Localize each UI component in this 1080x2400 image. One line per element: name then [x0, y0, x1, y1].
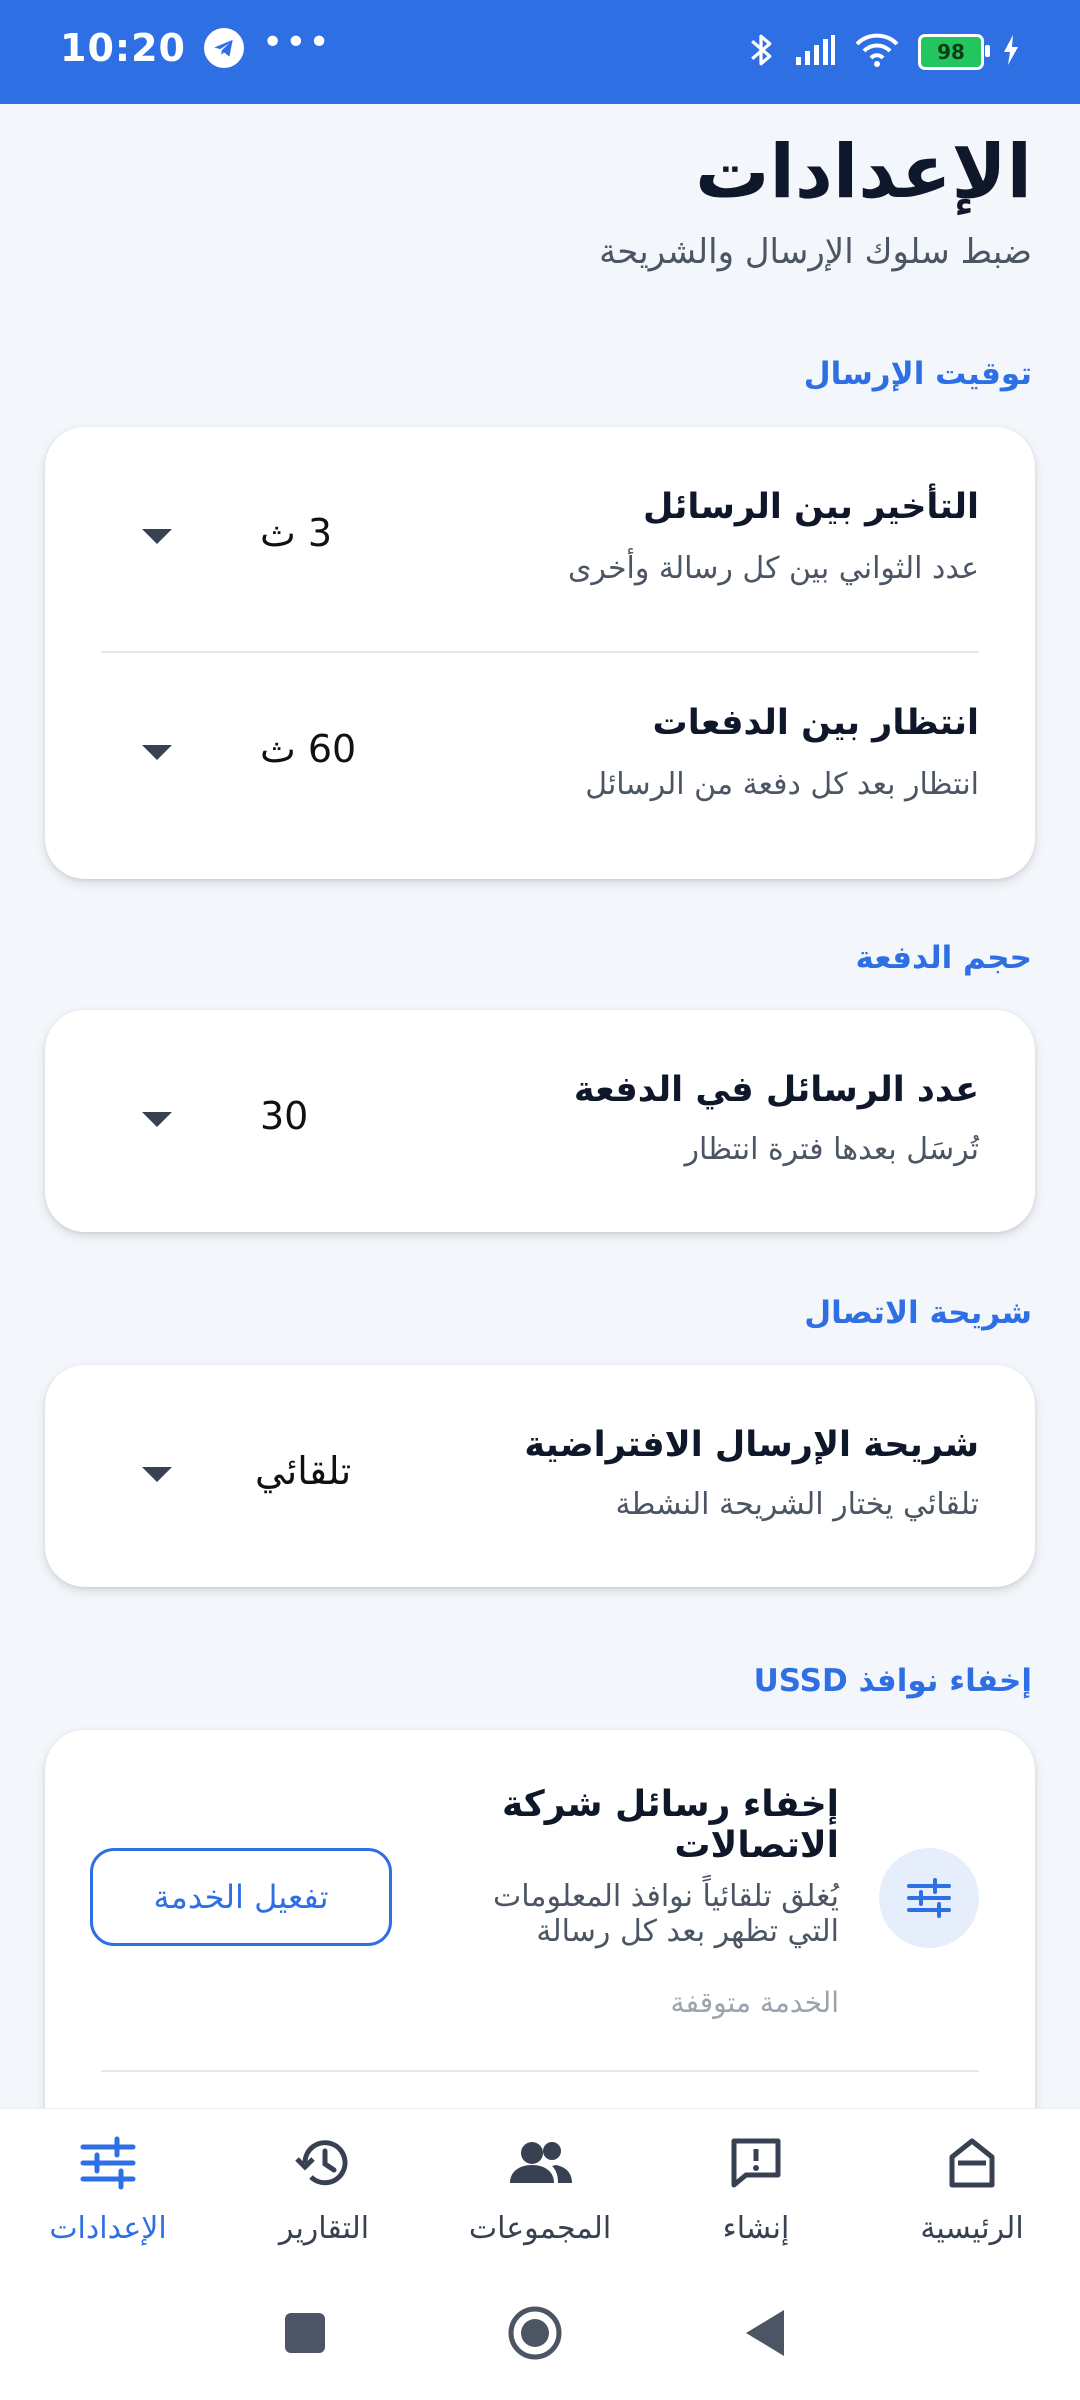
default-sim-row[interactable]: شريحة الإرسال الافتراضية تلقائي يختار ال… — [45, 1365, 1035, 1587]
nav-item-compose[interactable]: إنشاء — [648, 2109, 864, 2269]
signal-icon — [794, 33, 836, 71]
service-status: الخدمة متوقفة — [670, 1986, 839, 2019]
recents-button[interactable] — [284, 2312, 326, 2358]
dropdown-arrow-icon[interactable] — [142, 1467, 172, 1482]
nav-label: إنشاء — [722, 2211, 790, 2246]
row-description: تلقائي يختار الشريحة النشطة — [615, 1487, 979, 1522]
batch-wait-value[interactable]: 60 ث — [260, 727, 356, 771]
charging-icon — [1002, 34, 1020, 70]
dropdown-arrow-icon[interactable] — [142, 529, 172, 544]
bluetooth-icon — [746, 30, 776, 74]
row-title: شريحة الإرسال الافتراضية — [524, 1425, 979, 1465]
home-button[interactable] — [506, 2304, 564, 2366]
home-icon — [942, 2133, 1002, 2197]
page-subtitle: ضبط سلوك الإرسال والشريحة — [599, 232, 1032, 272]
dropdown-arrow-icon[interactable] — [142, 745, 172, 760]
nav-item-home[interactable]: الرئيسية — [864, 2109, 1080, 2269]
batch-size-row[interactable]: عدد الرسائل في الدفعة تُرسَل بعدها فترة … — [45, 1010, 1035, 1232]
row-title: التأخير بين الرسائل — [642, 487, 979, 527]
telegram-icon — [203, 28, 244, 68]
nav-label: الرئيسية — [920, 2211, 1024, 2246]
ussd-title: إخفاء رسائل شركة الاتصالات — [501, 1784, 839, 1867]
status-time: 10:20 — [60, 26, 186, 70]
ussd-description: يُغلق تلقائياً نوافذ المعلومات التي تظهر… — [493, 1879, 839, 1949]
timing-card: التأخير بين الرسائل عدد الثواني بين كل ر… — [45, 427, 1035, 879]
nav-label: التقارير — [278, 2211, 370, 2246]
nav-item-settings[interactable]: الإعدادات — [0, 2109, 216, 2269]
history-icon — [293, 2133, 355, 2197]
page-title: الإعدادات — [695, 129, 1032, 215]
groups-icon — [504, 2133, 576, 2197]
ussd-card: إخفاء رسائل شركة الاتصالات يُغلق تلقائيا… — [45, 1730, 1035, 2140]
sim-card: شريحة الإرسال الافتراضية تلقائي يختار ال… — [45, 1365, 1035, 1587]
divider — [101, 2070, 979, 2072]
nav-label: الإعدادات — [49, 2211, 167, 2246]
wifi-icon — [854, 32, 900, 72]
section-label-timing: توقيت الإرسال — [803, 356, 1032, 392]
batch-card: عدد الرسائل في الدفعة تُرسَل بعدها فترة … — [45, 1010, 1035, 1232]
delay-between-messages-row[interactable]: التأخير بين الرسائل عدد الثواني بين كل ر… — [45, 427, 1035, 651]
bottom-navigation: الرئيسية إنشاء المجموعات التقارير الإعدا… — [0, 2108, 1080, 2269]
battery-icon: 98 — [918, 34, 990, 70]
row-title: انتظار بين الدفعات — [652, 703, 979, 743]
more-dots-icon: ••• — [261, 22, 332, 63]
settings-sliders-icon — [77, 2133, 139, 2197]
nav-item-groups[interactable]: المجموعات — [432, 2109, 648, 2269]
delay-value[interactable]: 3 ث — [260, 511, 332, 555]
row-title: عدد الرسائل في الدفعة — [573, 1070, 979, 1110]
section-label-sim: شريحة الاتصال — [804, 1295, 1032, 1331]
row-description: تُرسَل بعدها فترة انتظار — [684, 1132, 979, 1167]
batch-wait-row[interactable]: انتظار بين الدفعات انتظار بعد كل دفعة من… — [45, 653, 1035, 879]
row-description: انتظار بعد كل دفعة من الرسائل — [585, 767, 979, 802]
activate-service-button[interactable]: تفعيل الخدمة — [90, 1848, 392, 1946]
nav-label: المجموعات — [468, 2211, 612, 2246]
section-label-ussd: إخفاء نوافذ USSD — [753, 1663, 1032, 1699]
row-description: عدد الثواني بين كل رسالة وأخرى — [567, 551, 979, 586]
nav-item-reports[interactable]: التقارير — [216, 2109, 432, 2269]
system-navigation-bar — [0, 2268, 1080, 2400]
status-bar: 10:20 ••• 98 — [0, 0, 1080, 104]
battery-level: 98 — [937, 40, 965, 64]
back-button[interactable] — [744, 2308, 788, 2362]
sliders-icon — [879, 1848, 979, 1948]
batch-size-value[interactable]: 30 — [260, 1094, 308, 1138]
compose-icon — [726, 2133, 786, 2197]
section-label-batch: حجم الدفعة — [855, 940, 1032, 976]
dropdown-arrow-icon[interactable] — [142, 1112, 172, 1127]
default-sim-value[interactable]: تلقائي — [255, 1449, 351, 1493]
